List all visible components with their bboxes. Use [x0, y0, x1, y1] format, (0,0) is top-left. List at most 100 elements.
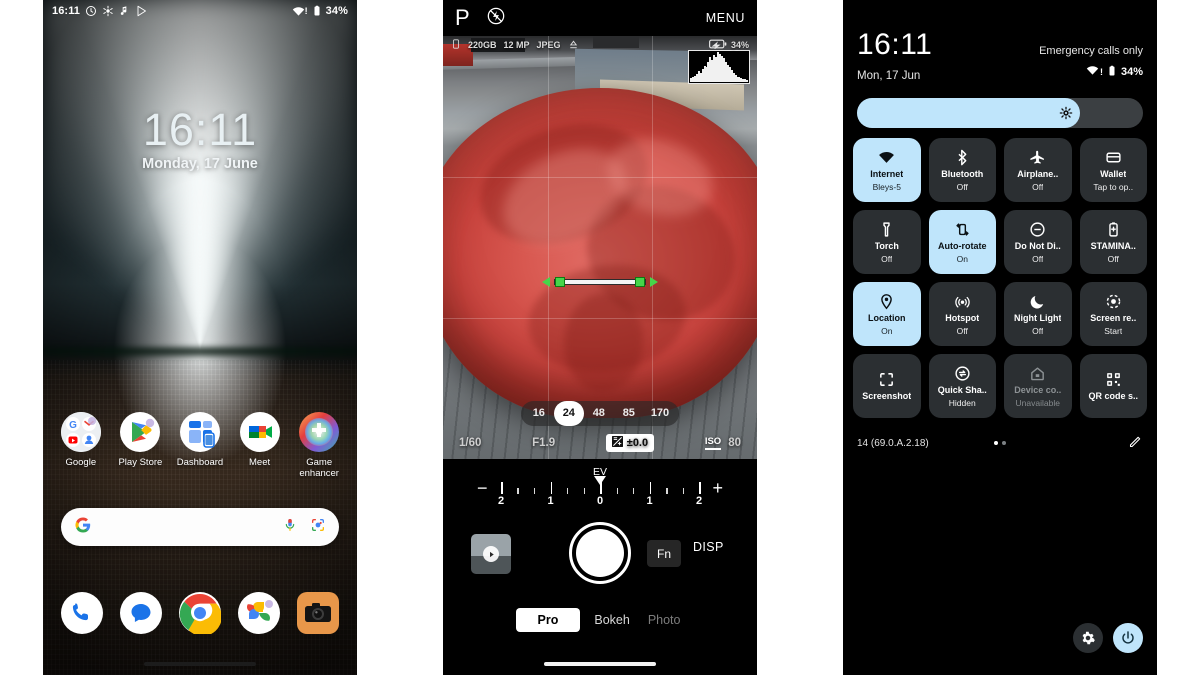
camera-icon[interactable] [296, 592, 339, 634]
shutter-speed-value[interactable]: 1/60 [459, 437, 481, 449]
camera-menu-button[interactable]: MENU [706, 11, 745, 25]
lens-option-16[interactable]: 16 [524, 401, 554, 426]
disp-button[interactable]: DISP [693, 540, 724, 554]
phone-quick-settings: 16:11 Mon, 17 Jun Emergency calls only !… [843, 0, 1157, 675]
gear-icon[interactable] [1073, 623, 1103, 653]
status-bar: 16:11 ! 34% [43, 0, 357, 22]
ev-decrease-button[interactable]: − [477, 479, 488, 497]
shutter-button[interactable] [569, 522, 631, 584]
qs-tile-night-light[interactable]: Night Light Off [1004, 282, 1072, 346]
qs-tile-label: Location [868, 312, 906, 323]
histogram-bar [746, 80, 749, 82]
camera-top-bar: P MENU [443, 0, 757, 36]
fn-button[interactable]: Fn [647, 540, 681, 567]
chrome-icon[interactable] [178, 592, 222, 637]
qs-status-icons: ! 34% [1086, 64, 1143, 80]
qs-tile-state: Off [956, 181, 968, 192]
scene-red-beanbag [443, 88, 757, 418]
auto-rotate-icon [954, 221, 971, 239]
app-label: Play Store [118, 457, 163, 468]
brightness-slider[interactable] [857, 98, 1143, 128]
qs-tile-screenshot[interactable]: Screenshot [853, 354, 921, 418]
qs-tile-hotspot[interactable]: Hotspot Off [928, 282, 996, 346]
do-not-disturb-icon [1029, 221, 1046, 239]
exposure-comp-value: ±0.0 [626, 437, 649, 449]
camera-mode-bokeh[interactable]: Bokeh [590, 608, 633, 632]
quick-share-icon [954, 365, 971, 383]
gallery-thumbnail-play-icon[interactable] [471, 534, 511, 574]
qs-tile-torch[interactable]: Torch Off [853, 210, 921, 274]
app-dashboard[interactable]: Dashboard [173, 412, 227, 479]
app-google[interactable]: G Google [54, 412, 108, 479]
qs-tile-state: Unavailable [1015, 397, 1060, 408]
app-label: Meet [249, 457, 271, 468]
power-icon[interactable] [1113, 623, 1143, 653]
location-pin-icon [878, 293, 895, 311]
qr-code-icon [1105, 371, 1122, 389]
qs-tile-state: Hidden [948, 397, 976, 408]
brightness-icon[interactable] [1059, 106, 1073, 120]
qs-page-dots[interactable] [994, 441, 1006, 445]
qs-tile-internet[interactable]: Internet Bleys-5 [853, 138, 921, 202]
navigation-pill[interactable] [144, 662, 256, 666]
battery-saver-icon [1105, 221, 1122, 239]
qs-footer: 14 (69.0.A.2.18) [857, 432, 1143, 454]
qs-tile-wallet[interactable]: Wallet Tap to op.. [1079, 138, 1147, 202]
clock-alarm-icon [85, 5, 97, 17]
phone-icon[interactable] [61, 592, 104, 634]
iso-control[interactable]: ISO 80 [704, 436, 741, 450]
qs-tile-stamina[interactable]: STAMINA.. Off [1079, 210, 1147, 274]
ev-marker[interactable] [594, 476, 606, 485]
qs-tile-screen-re[interactable]: Screen re.. Start [1079, 282, 1147, 346]
camera-mode-photo[interactable]: Photo [644, 608, 685, 632]
app-meet[interactable]: Meet [233, 412, 287, 479]
lens-option-48[interactable]: 48 [584, 401, 614, 426]
qs-build-number: 14 (69.0.A.2.18) [857, 437, 929, 449]
lens-option-85[interactable]: 85 [614, 401, 644, 426]
level-end-right [635, 277, 645, 287]
flash-off-icon[interactable] [486, 6, 506, 31]
wifi-icon [292, 5, 304, 17]
ev-tick-label: 1 [547, 495, 554, 507]
qs-tile-location[interactable]: Location On [853, 282, 921, 346]
qs-bottom-buttons [1073, 623, 1143, 653]
google-search-bar[interactable] [61, 508, 339, 546]
airplane-icon [1029, 149, 1046, 167]
search-input[interactable] [92, 520, 282, 534]
qs-tile-do-not-di[interactable]: Do Not Di.. Off [1004, 210, 1072, 274]
grid-line-horizontal-2 [443, 317, 757, 319]
status-bar-time: 16:11 [52, 5, 81, 17]
microphone-icon[interactable] [282, 517, 298, 538]
app-play-store[interactable]: Play Store [113, 412, 167, 479]
qs-tile-auto-rotate[interactable]: Auto-rotate On [928, 210, 996, 274]
camera-mode-pro[interactable]: Pro [515, 608, 581, 632]
qs-page-dot[interactable] [994, 441, 998, 445]
qs-page-dot[interactable] [1002, 441, 1006, 445]
qs-tile-quick-sha[interactable]: Quick Sha.. Hidden [928, 354, 996, 418]
qs-tile-bluetooth[interactable]: Bluetooth Off [928, 138, 996, 202]
ev-tick [533, 488, 536, 494]
qs-tile-airplane[interactable]: Airplane.. Off [1004, 138, 1072, 202]
qs-tile-label: Airplane.. [1017, 168, 1059, 179]
app-game-enhancer[interactable]: Game enhancer [292, 412, 346, 479]
messages-icon[interactable] [120, 592, 163, 634]
lens-option-170[interactable]: 170 [644, 401, 676, 426]
camera-viewfinder[interactable] [443, 36, 757, 459]
home-clock: 16:11 [142, 104, 258, 155]
qs-clock[interactable]: 16:11 [857, 28, 932, 62]
qs-tile-label: Wallet [1100, 168, 1127, 179]
qs-tile-state: On [956, 253, 968, 264]
qs-tile-label: Night Light [1014, 312, 1062, 323]
aperture-value[interactable]: F1.9 [532, 437, 555, 449]
ev-slider[interactable]: EV − + 21012 [443, 466, 757, 512]
qs-tile-qr-code-s[interactable]: QR code s.. [1079, 354, 1147, 418]
pencil-edit-icon[interactable] [1128, 434, 1143, 452]
navigation-pill[interactable] [544, 662, 656, 666]
google-lens-icon[interactable] [310, 517, 326, 538]
ev-increase-button[interactable]: + [712, 479, 723, 497]
lens-option-24[interactable]: 24 [553, 400, 584, 426]
camera-mode-letter[interactable]: P [455, 7, 470, 29]
histogram-overlay [688, 50, 750, 84]
exposure-compensation-chip[interactable]: ±0.0 [605, 434, 655, 452]
google-photos-icon[interactable] [237, 592, 280, 634]
